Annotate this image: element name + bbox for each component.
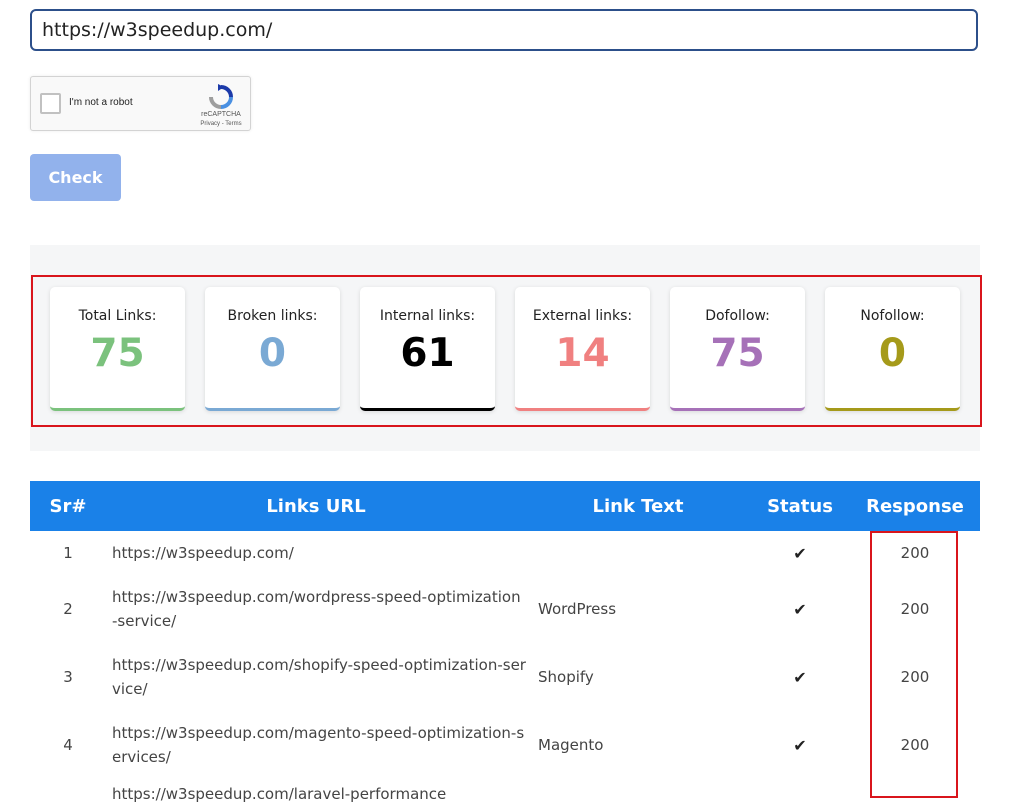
row-link-text: Shopify: [538, 668, 594, 686]
table-row: https://w3speedup.com/laravel-performanc…: [30, 779, 980, 809]
row-status-cell: ✔: [750, 575, 850, 643]
column-header-links-url: Links URL: [266, 495, 366, 517]
table-row: 3 https://w3speedup.com/shopify-speed-opt…: [30, 643, 980, 711]
row-status-cell: [750, 779, 850, 809]
table-header-row: Sr# Links URL Link Text Status Response: [30, 481, 980, 531]
row-status-cell: ✔: [750, 711, 850, 779]
recaptcha-logo-icon: [209, 84, 233, 109]
row-url-link[interactable]: https://w3speedup.com/laravel-performanc…: [106, 779, 526, 809]
results-table: Sr# Links URL Link Text Status Response …: [30, 481, 980, 809]
recaptcha-terms-link[interactable]: Privacy - Terms: [181, 121, 261, 127]
row-link-text: [526, 531, 750, 575]
column-header-response: Response: [866, 495, 964, 517]
row-sr-cell: [30, 779, 106, 809]
row-url-link[interactable]: https://w3speedup.com/shopify-speed-opti…: [106, 643, 526, 711]
row-sr-cell: 1: [63, 544, 73, 562]
check-icon: ✔: [793, 543, 807, 563]
table-row: 4 https://w3speedup.com/magento-speed-opt…: [30, 711, 980, 779]
row-link-text: WordPress: [538, 600, 617, 618]
row-url-link[interactable]: https://w3speedup.com/magento-speed-opti…: [106, 711, 526, 779]
table-row: 1 https://w3speedup.com/✔ 200: [30, 531, 980, 575]
column-header-status: Status: [767, 495, 833, 517]
row-link-text: [526, 779, 750, 809]
stats-highlight-box: [31, 275, 982, 427]
check-icon: ✔: [793, 735, 807, 755]
row-sr-cell: 3: [63, 668, 73, 686]
row-url-link[interactable]: https://w3speedup.com/wordpress-speed-op…: [106, 575, 526, 643]
check-button[interactable]: Check: [30, 154, 121, 201]
response-highlight-box: [870, 531, 958, 798]
row-status-cell: ✔: [750, 643, 850, 711]
recaptcha-brand: reCAPTCHA: [201, 111, 241, 118]
recaptcha-checkbox[interactable]: [40, 93, 61, 114]
url-input[interactable]: [30, 9, 978, 51]
row-link-text: Magento: [538, 736, 604, 754]
recaptcha-label: I'm not a robot: [69, 97, 133, 108]
row-sr-cell: 4: [63, 736, 73, 754]
row-url-link[interactable]: https://w3speedup.com/: [106, 531, 526, 575]
row-sr-cell: 2: [63, 600, 73, 618]
recaptcha-widget: I'm not a robot reCAPTCHA Privacy - Term…: [30, 76, 251, 131]
column-header-link-text: Link Text: [592, 495, 684, 517]
check-icon: ✔: [793, 667, 807, 687]
row-status-cell: ✔: [750, 531, 850, 575]
check-icon: ✔: [793, 599, 807, 619]
table-row: 2 https://w3speedup.com/wordpress-speed-o…: [30, 575, 980, 643]
column-header-sr: Sr#: [49, 495, 87, 517]
